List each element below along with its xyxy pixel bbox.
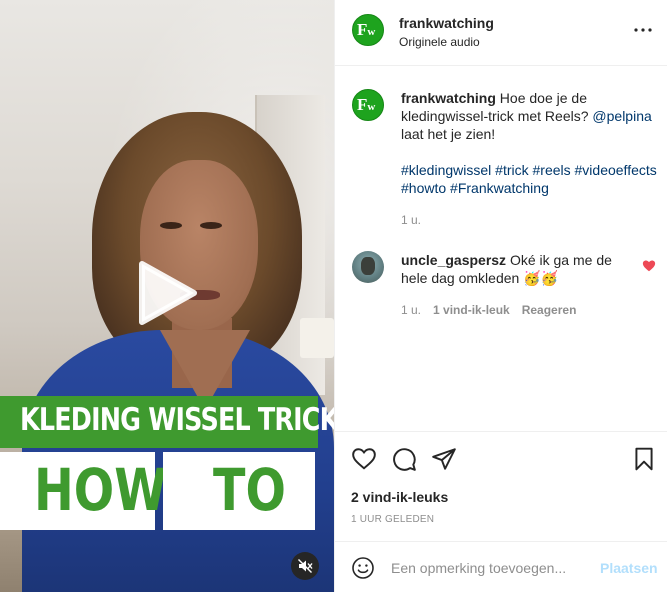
- avatar[interactable]: Fw: [352, 14, 384, 46]
- video-title-banner: KLEDING WISSEL TRICK: [0, 396, 334, 448]
- video-word-box-left: HOW: [0, 452, 167, 530]
- share-paper-plane-icon[interactable]: [431, 446, 457, 472]
- muted-speaker-icon: [298, 559, 313, 573]
- video-word-left: HOW: [34, 456, 167, 524]
- reel-video[interactable]: KLEDING WISSEL TRICK HOW TO: [0, 0, 334, 592]
- video-lamp: [300, 318, 334, 358]
- video-title-text: KLEDING WISSEL TRICK: [20, 402, 334, 438]
- post-sidebar: Fw frankwatching Originele audio Fw fran…: [334, 0, 667, 592]
- video-word-right: TO: [213, 456, 286, 524]
- caption-age: 1 u.: [401, 213, 422, 227]
- comment-age: 1 u.: [401, 303, 422, 317]
- video-person-eye: [200, 222, 222, 229]
- comment-meta: 1 u. 1 vind-ik-leuk Reageren: [401, 303, 576, 317]
- more-options-icon[interactable]: [631, 18, 655, 42]
- post-comment-button[interactable]: Plaatsen: [600, 560, 658, 576]
- header-audio-link[interactable]: Originele audio: [399, 35, 480, 49]
- mute-toggle-button[interactable]: [291, 552, 319, 580]
- save-bookmark-icon[interactable]: [631, 446, 657, 472]
- caption: frankwatching Hoe doe je de kledingwisse…: [401, 89, 657, 143]
- likes-count[interactable]: 2 vind-ik-leuks: [351, 489, 448, 505]
- comment: uncle_gaspersz Oké ik ga me de hele dag …: [401, 251, 631, 287]
- post-actions: 2 vind-ik-leuks 1 UUR GELEDEN: [335, 432, 667, 542]
- comment-bubble-icon[interactable]: [391, 446, 417, 472]
- caption-hashtags[interactable]: #kledingwissel #trick #reels #videoeffec…: [401, 161, 657, 197]
- caption-avatar[interactable]: Fw: [352, 89, 384, 121]
- header-username[interactable]: frankwatching: [399, 15, 494, 31]
- like-heart-icon[interactable]: [351, 446, 377, 472]
- avatar-logo: Fw: [357, 20, 376, 39]
- comment-composer: Plaatsen: [335, 542, 667, 592]
- video-person-eye: [160, 222, 182, 229]
- comment-likes-link[interactable]: 1 vind-ik-leuk: [433, 303, 510, 317]
- comment-username[interactable]: uncle_gaspersz: [401, 252, 506, 268]
- comment-like-heart-icon[interactable]: [642, 259, 656, 273]
- play-icon[interactable]: [134, 260, 200, 326]
- caption-mention[interactable]: @pelpina: [592, 108, 651, 124]
- video-word-box-right: TO: [163, 452, 315, 530]
- comment-input[interactable]: [391, 556, 591, 580]
- avatar-logo: Fw: [357, 95, 376, 114]
- emoji-icon[interactable]: [351, 556, 375, 580]
- caption-rest: laat het je zien!: [401, 126, 496, 142]
- caption-username[interactable]: frankwatching: [401, 90, 496, 106]
- post-header: Fw frankwatching Originele audio: [335, 0, 667, 66]
- post-timestamp: 1 UUR GELEDEN: [351, 514, 435, 525]
- comments-section: Fw frankwatching Hoe doe je de kledingwi…: [335, 66, 667, 432]
- comment-reply-button[interactable]: Reageren: [522, 303, 577, 317]
- comment-avatar[interactable]: [352, 251, 384, 283]
